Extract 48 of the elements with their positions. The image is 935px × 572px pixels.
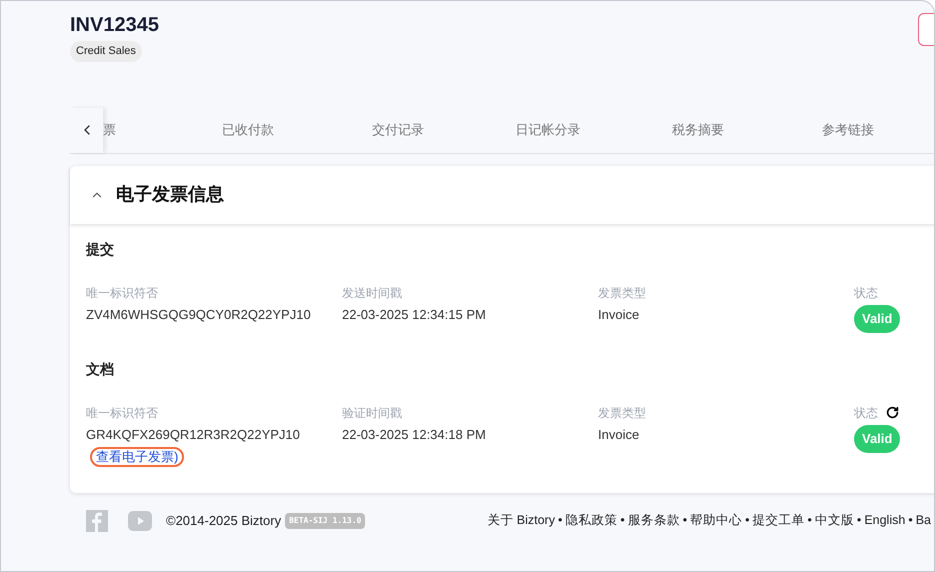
copyright-text: ©2014-2025 Biztory [166,512,282,530]
field-label: 状态 [854,284,878,300]
tab[interactable]: 已收付款 [173,108,323,152]
panel-header[interactable]: 电子发票信息 [70,166,934,224]
field-label: 发票类型 [598,284,646,300]
separator-dot: • [745,512,750,530]
status-badge: Valid [854,424,900,452]
separator-dot: • [620,512,625,530]
field-label: 发票类型 [598,404,646,420]
field-value: GR4KQFX269QR12R3R2Q22YPJ10 [86,426,300,444]
footer-link[interactable]: 中文版 [814,511,854,530]
footer-link[interactable]: 关于 Biztory [487,511,555,530]
separator-dot: • [808,512,812,530]
field-value: 22-03-2025 12:34:18 PM [342,426,486,444]
status-badge: Valid [854,304,900,332]
footer-link[interactable]: 帮助中心 [690,511,742,530]
tab[interactable]: 票 [103,108,173,152]
field-label: 唯一标识符否 [86,404,158,420]
field-value: ZV4M6WHSGQG9QCY0R2Q22YPJ10 [86,306,311,324]
field-label: 唯一标识符否 [86,284,158,300]
view-einvoice-link[interactable]: 查看电子发票) [90,446,184,466]
section-title: 提交 [86,240,115,258]
footer-link[interactable]: 服务条款 [628,511,680,530]
invoice-title: INV12345 [70,13,159,37]
separator-dot: • [856,512,862,530]
separator-dot: • [908,512,913,530]
section-title: 文档 [86,360,115,378]
type-badge: Credit Sales [70,41,142,62]
field-value: Invoice [598,306,640,324]
footer-link[interactable]: 提交工单 [752,511,805,530]
tab[interactable]: 日记帐分录 [473,108,623,152]
tab[interactable]: 参考链接 [773,108,923,152]
footer-link[interactable]: English [864,511,906,530]
field-value: Invoice [598,426,640,444]
field-label: 发送时间戳 [342,284,402,300]
field-value: 22-03-2025 12:34:15 PM [342,306,486,324]
separator-dot: • [682,512,688,530]
field-label: 验证时间戳 [342,404,402,420]
refresh-icon[interactable] [886,406,899,419]
footer-link[interactable]: 隐私政策 [565,511,618,530]
tab[interactable]: 交付记录 [323,108,473,152]
separator-dot: • [558,512,562,530]
footer-link[interactable]: Ba [916,511,931,530]
field-label: 状态 [854,404,878,420]
facebook-icon[interactable] [86,510,108,532]
tab[interactable]: 税务摘要 [623,108,773,152]
play-video-icon[interactable] [128,510,152,530]
version-badge: BETA-SIJ 1.13.0 [285,512,366,528]
